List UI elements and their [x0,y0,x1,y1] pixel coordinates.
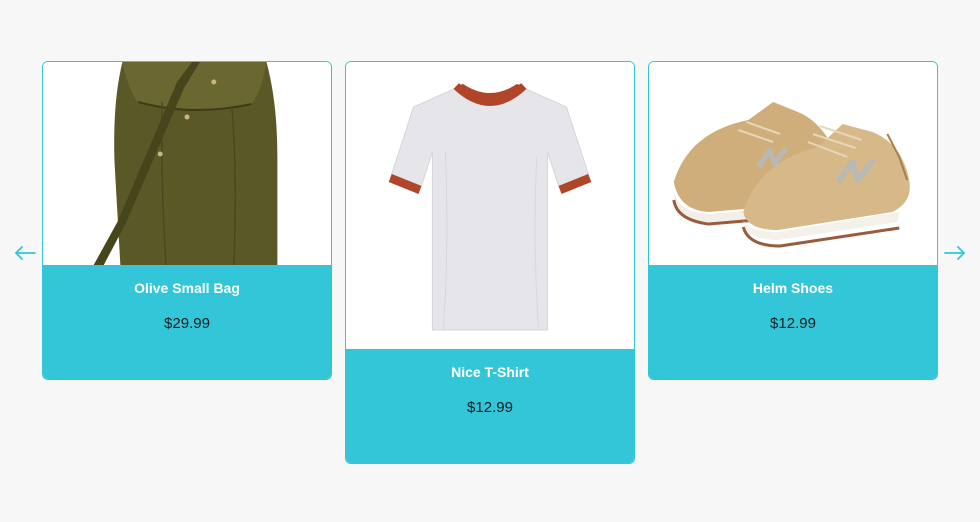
arrow-left-icon [15,246,36,260]
carousel-next-button[interactable] [942,241,968,265]
product-carousel: Olive Small Bag $29.99 Nice T-Shirt $12.… [0,0,980,522]
product-info: Olive Small Bag $29.99 [43,265,331,379]
product-card-helm-shoes[interactable]: Helm Shoes $12.99 [648,61,938,380]
product-card-nice-t-shirt[interactable]: Nice T-Shirt $12.99 [345,61,635,464]
product-info: Nice T-Shirt $12.99 [346,349,634,463]
product-card-olive-small-bag[interactable]: Olive Small Bag $29.99 [42,61,332,380]
product-name: Olive Small Bag [134,280,240,296]
product-image-tshirt [346,62,634,351]
product-name: Helm Shoes [752,280,834,296]
product-image-bag [43,62,331,267]
product-info: Helm Shoes $12.99 [649,265,937,379]
product-price: $12.99 [770,315,816,332]
product-image-shoes [649,62,937,267]
product-name: Nice T-Shirt [451,364,529,380]
carousel-prev-button[interactable] [12,241,38,265]
product-price: $12.99 [467,399,513,416]
product-price: $29.99 [164,315,210,332]
arrow-right-icon [944,246,965,260]
